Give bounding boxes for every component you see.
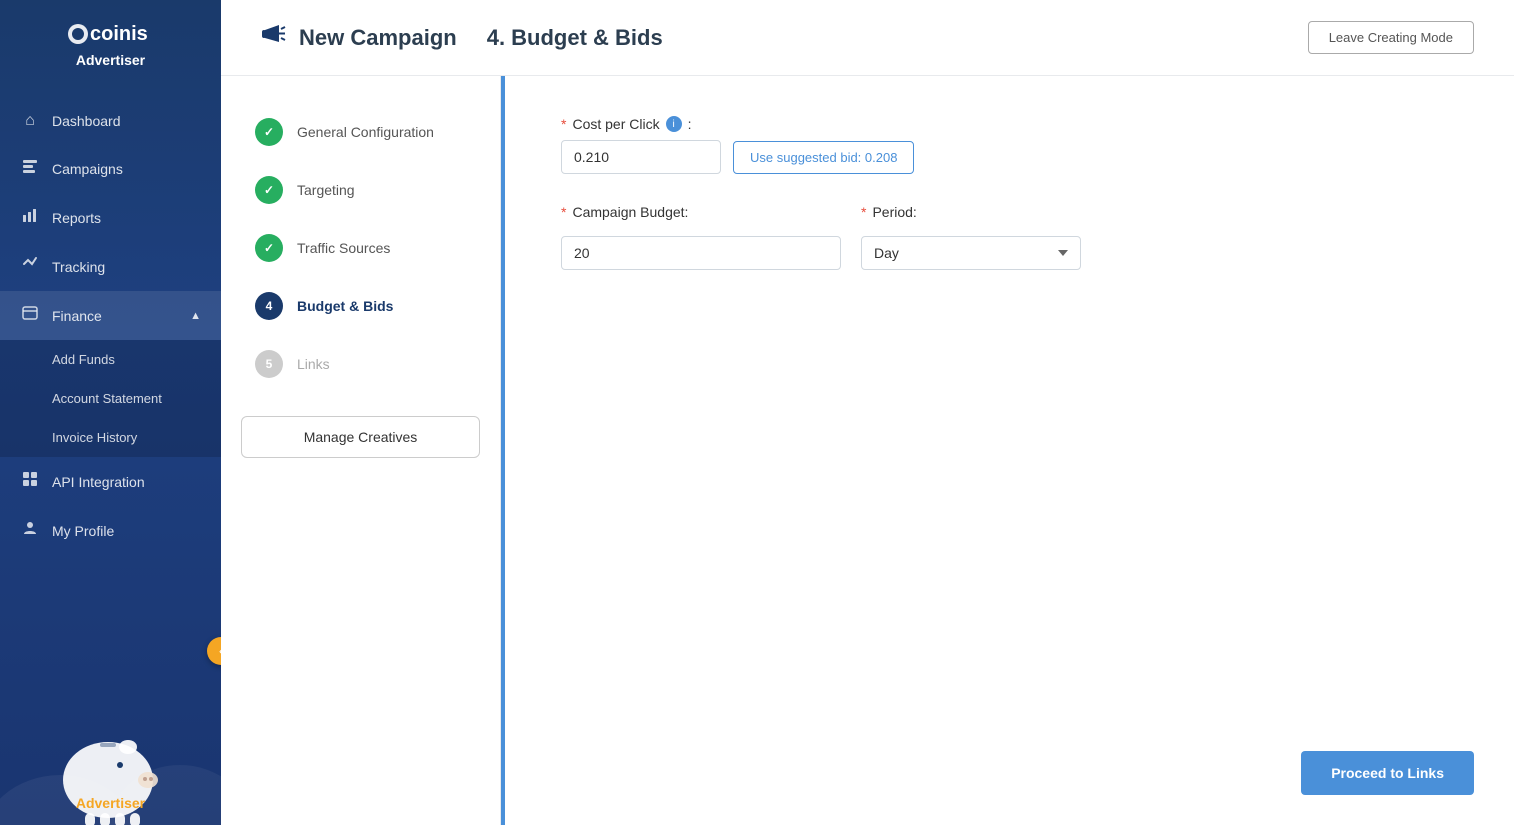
step-circle-1: ✓ <box>255 118 283 146</box>
campaign-icon <box>261 20 289 55</box>
step-circle-4: 4 <box>255 292 283 320</box>
period-group: * Period: Day Week Month Total <box>861 204 1081 270</box>
step-circle-3: ✓ <box>255 234 283 262</box>
period-select[interactable]: Day Week Month Total <box>861 236 1081 270</box>
sidebar-item-label: Reports <box>52 210 201 226</box>
page-header: New Campaign 4. Budget & Bids Leave Crea… <box>221 0 1514 76</box>
sidebar-item-label: Finance <box>52 308 178 324</box>
required-star-period: * <box>861 204 866 220</box>
sidebar-item-label: My Profile <box>52 523 201 539</box>
sidebar-item-label: Dashboard <box>52 113 201 129</box>
main-content: New Campaign 4. Budget & Bids Leave Crea… <box>221 0 1514 825</box>
sidebar-item-api[interactable]: API Integration <box>0 457 221 506</box>
suggested-bid-button[interactable]: Use suggested bid: 0.208 <box>733 141 914 174</box>
cpc-row: Use suggested bid: 0.208 <box>561 140 1454 174</box>
cpc-colon: : <box>688 116 692 132</box>
proceed-to-links-button[interactable]: Proceed to Links <box>1301 751 1474 795</box>
step-label-3: Traffic Sources <box>297 240 390 256</box>
step-circle-2: ✓ <box>255 176 283 204</box>
sidebar-logo-area: coinis Advertiser <box>0 0 221 88</box>
sidebar-item-tracking[interactable]: Tracking <box>0 242 221 291</box>
tracking-icon <box>20 256 40 277</box>
form-area: * Cost per Click i : Use suggested bid: … <box>501 76 1514 825</box>
svg-text:coinis: coinis <box>90 23 148 45</box>
budget-period-row: * Campaign Budget: * Period: Day Week <box>561 204 1454 270</box>
chevron-up-icon: ▲ <box>190 310 201 322</box>
step-label-4: Budget & Bids <box>297 298 393 314</box>
step-label-2: Targeting <box>297 182 355 198</box>
wizard-sidebar: ✓ General Configuration ✓ Targeting ✓ Tr… <box>221 76 501 825</box>
sidebar-nav: ⌂ Dashboard Campaigns Reports <box>0 88 221 825</box>
sidebar-item-label: API Integration <box>52 474 201 490</box>
sidebar: coinis Advertiser ⌂ Dashboard Campaigns <box>0 0 221 825</box>
finance-icon <box>20 305 40 326</box>
cpc-label-text: Cost per Click <box>572 116 659 132</box>
wizard-step-4[interactable]: 4 Budget & Bids <box>241 280 480 332</box>
campaign-budget-input[interactable] <box>561 236 841 270</box>
page-step-title: 4. Budget & Bids <box>487 25 663 51</box>
budget-group: * Campaign Budget: <box>561 204 841 270</box>
profile-icon <box>20 520 40 541</box>
sidebar-item-label: Tracking <box>52 259 201 275</box>
page-new-campaign: New Campaign <box>299 25 457 51</box>
wizard-step-2[interactable]: ✓ Targeting <box>241 164 480 216</box>
sidebar-role: Advertiser <box>76 52 145 68</box>
page-title-group: New Campaign 4. Budget & Bids <box>261 20 663 55</box>
reports-icon <box>20 207 40 228</box>
budget-label-text: Campaign Budget: <box>572 204 688 220</box>
required-star-cpc: * <box>561 116 566 132</box>
content-area: ✓ General Configuration ✓ Targeting ✓ Tr… <box>221 76 1514 825</box>
sidebar-item-campaigns[interactable]: Campaigns <box>0 144 221 193</box>
cost-per-click-group: * Cost per Click i : Use suggested bid: … <box>561 116 1454 174</box>
cpc-info-icon[interactable]: i <box>666 116 682 132</box>
sidebar-item-invoice-history[interactable]: Invoice History <box>0 418 221 457</box>
campaigns-icon <box>20 158 40 179</box>
period-label-text: Period: <box>872 204 916 220</box>
period-label: * Period: <box>861 204 1081 220</box>
dashboard-icon: ⌂ <box>20 112 40 130</box>
step-label-5: Links <box>297 356 330 372</box>
step-circle-5: 5 <box>255 350 283 378</box>
sidebar-item-myprofile[interactable]: My Profile <box>0 506 221 555</box>
finance-submenu: Add Funds Account Statement Invoice Hist… <box>0 340 221 457</box>
api-icon <box>20 471 40 492</box>
wizard-progress-bar <box>501 76 505 825</box>
wizard-step-3[interactable]: ✓ Traffic Sources <box>241 222 480 274</box>
sidebar-item-reports[interactable]: Reports <box>0 193 221 242</box>
cost-per-click-label: * Cost per Click i : <box>561 116 1454 132</box>
campaign-budget-group: * Campaign Budget: * Period: Day Week <box>561 204 1454 270</box>
manage-creatives-button[interactable]: Manage Creatives <box>241 416 480 458</box>
required-star-budget: * <box>561 204 566 220</box>
logo: coinis <box>66 18 156 50</box>
wizard-step-5[interactable]: 5 Links <box>241 338 480 390</box>
sidebar-item-label: Campaigns <box>52 161 201 177</box>
sidebar-item-account-statement[interactable]: Account Statement <box>0 379 221 418</box>
sidebar-item-dashboard[interactable]: ⌂ Dashboard <box>0 98 221 144</box>
sidebar-item-add-funds[interactable]: Add Funds <box>0 340 221 379</box>
wizard-step-1[interactable]: ✓ General Configuration <box>241 106 480 158</box>
sidebar-item-finance[interactable]: Finance ▲ <box>0 291 221 340</box>
cost-per-click-input[interactable] <box>561 140 721 174</box>
step-label-1: General Configuration <box>297 124 434 140</box>
budget-label: * Campaign Budget: <box>561 204 841 220</box>
leave-creating-mode-button[interactable]: Leave Creating Mode <box>1308 21 1474 54</box>
